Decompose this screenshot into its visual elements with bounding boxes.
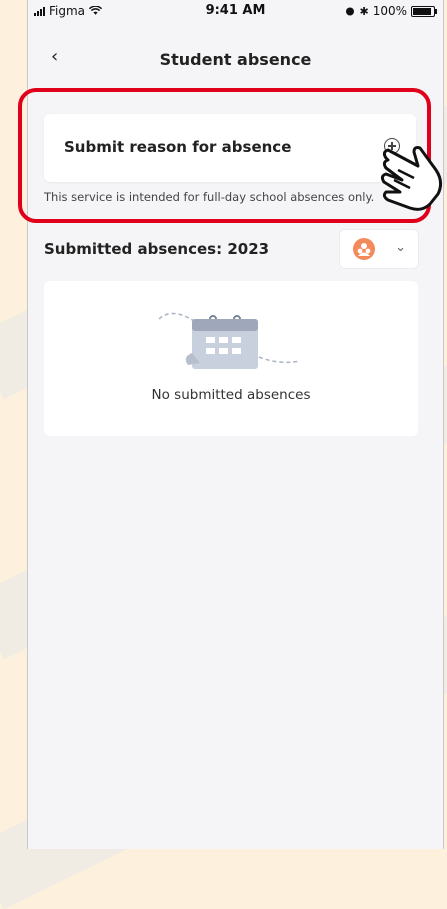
users-icon — [353, 238, 375, 260]
battery-fill — [413, 7, 431, 15]
page-title: Student absence — [159, 50, 312, 69]
student-filter-dropdown[interactable]: ⌄ — [339, 229, 419, 269]
pointing-hand-icon — [380, 146, 443, 211]
submitted-absences-title: Submitted absences: 2023 — [44, 240, 270, 258]
submit-reason-card[interactable]: Submit reason for absence — [44, 114, 416, 182]
nav-bar: ‹ Student absence — [28, 44, 443, 74]
alarm-icon — [346, 7, 355, 16]
service-note: This service is intended for full-day sc… — [44, 190, 375, 204]
calendar-illustration-icon — [158, 312, 301, 369]
submit-reason-label: Submit reason for absence — [64, 138, 292, 156]
battery-percentage: 100% — [372, 4, 407, 18]
empty-state-card: No submitted absences — [44, 281, 418, 436]
phone-screen: Figma 9:41 AM ✱ 100% ‹ Student absence S… — [27, 0, 444, 849]
status-bar: Figma 9:41 AM ✱ 100% — [28, 0, 443, 24]
empty-state-text: No submitted absences — [151, 387, 311, 403]
bluetooth-icon: ✱ — [359, 4, 369, 18]
battery-icon — [411, 5, 437, 17]
chevron-down-icon: ⌄ — [395, 240, 406, 255]
